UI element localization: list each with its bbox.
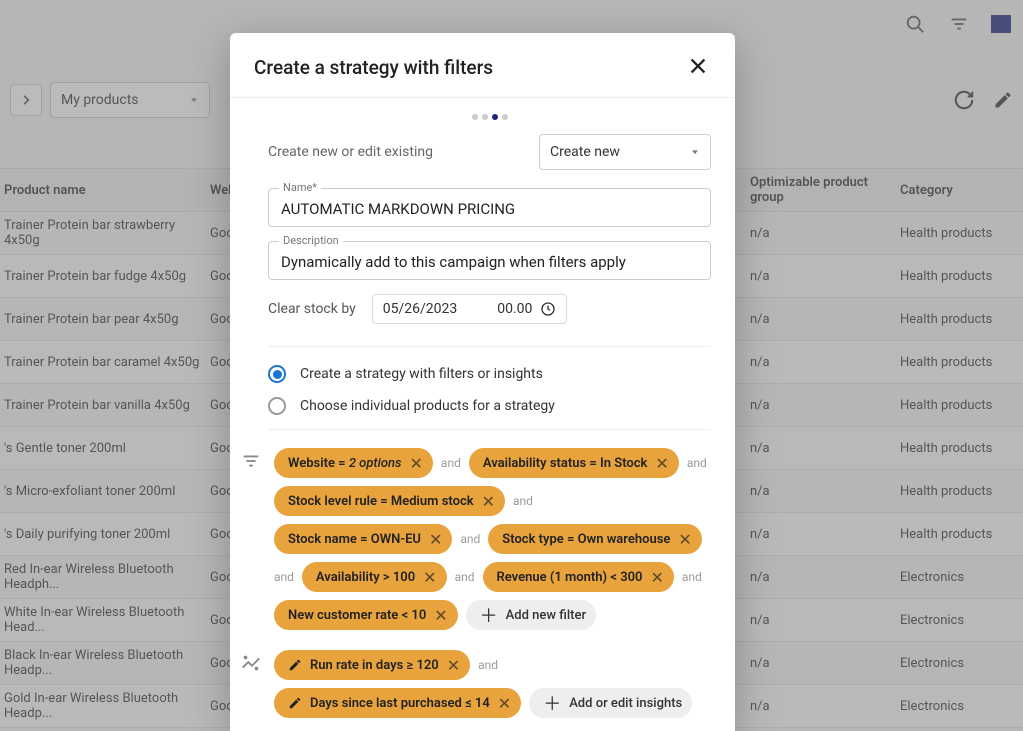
remove-icon[interactable]: ✕	[482, 492, 495, 511]
description-input[interactable]	[281, 253, 698, 271]
radio-icon	[268, 397, 286, 415]
remove-icon[interactable]: ✕	[423, 568, 436, 587]
filter-chip[interactable]: Stock level rule = Medium stock✕	[274, 486, 505, 516]
stepper	[268, 114, 711, 120]
radio-filters[interactable]: Create a strategy with filters or insigh…	[268, 365, 711, 383]
insight-chip[interactable]: Run rate in days ≥ 120✕	[274, 650, 470, 680]
remove-icon[interactable]: ✕	[429, 530, 442, 549]
description-field[interactable]: Description	[268, 241, 711, 280]
clear-stock-label: Clear stock by	[268, 301, 356, 317]
filter-chip[interactable]: Availability > 100✕	[302, 562, 447, 592]
clock-icon	[540, 301, 556, 317]
filter-chip[interactable]: Stock type = Own warehouse✕	[488, 524, 702, 554]
create-edit-select[interactable]: Create new	[539, 134, 711, 170]
add-filter-button[interactable]: ＋Add new filter	[466, 600, 596, 630]
insight-chip[interactable]: Days since last purchased ≤ 14✕	[274, 688, 521, 718]
filter-chip[interactable]: Revenue (1 month) < 300✕	[483, 562, 674, 592]
remove-icon[interactable]: ✕	[650, 568, 663, 587]
radio-individual[interactable]: Choose individual products for a strateg…	[268, 397, 711, 415]
filter-chip[interactable]: Stock name = OWN-EU✕	[274, 524, 452, 554]
filter-chip[interactable]: Availability status = In Stock✕	[469, 448, 679, 478]
insights-icon	[240, 652, 264, 676]
remove-icon[interactable]: ✕	[434, 606, 447, 625]
remove-icon[interactable]: ✕	[678, 530, 691, 549]
pencil-icon	[288, 658, 302, 672]
name-field[interactable]: Name*	[268, 188, 711, 227]
create-strategy-modal: Create a strategy with filters Create ne…	[230, 33, 735, 731]
name-input[interactable]	[281, 200, 698, 218]
radio-icon	[268, 365, 286, 383]
remove-icon[interactable]: ✕	[655, 454, 668, 473]
modal-title: Create a strategy with filters	[254, 56, 493, 79]
remove-icon[interactable]: ✕	[410, 454, 423, 473]
close-icon[interactable]	[687, 55, 711, 79]
clear-stock-date[interactable]: 05/26/2023 00.00	[372, 294, 568, 324]
remove-icon[interactable]: ✕	[447, 656, 460, 675]
plus-icon: ＋	[480, 602, 498, 628]
filter-list-icon	[240, 450, 264, 474]
filter-chip[interactable]: New customer rate < 10✕	[274, 600, 458, 630]
remove-icon[interactable]: ✕	[498, 694, 511, 713]
pencil-icon	[288, 696, 302, 710]
filter-chip[interactable]: Website = 2 options✕	[274, 448, 433, 478]
plus-icon: ＋	[543, 690, 561, 716]
create-edit-label: Create new or edit existing	[268, 144, 433, 160]
add-insight-button[interactable]: ＋Add or edit insights	[529, 688, 692, 718]
